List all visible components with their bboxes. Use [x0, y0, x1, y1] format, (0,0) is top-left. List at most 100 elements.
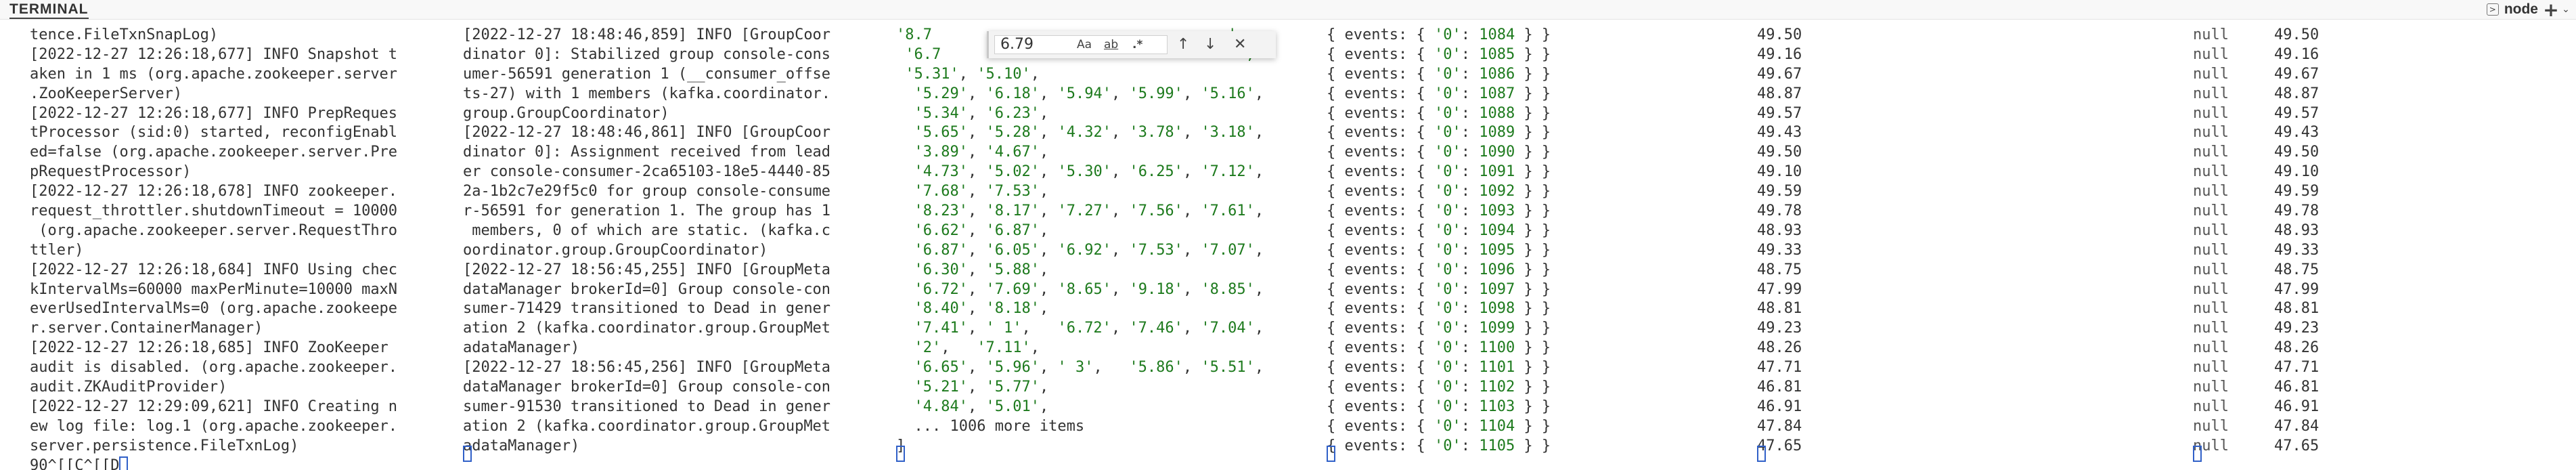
- terminal-line: audit is disabled. (org.apache.zookeeper…: [30, 359, 398, 377]
- event-suffix: } }: [1515, 104, 1551, 122]
- event-line: { events: { '0': 1096 } }: [1327, 261, 1733, 280]
- separator: :: [1461, 144, 1480, 161]
- plus-icon[interactable]: +: [2543, 0, 2558, 21]
- next-match-icon[interactable]: ↓: [1204, 35, 1216, 54]
- terminal-line: ... 1006 more items: [896, 417, 1289, 437]
- array-value: '4.73': [914, 163, 968, 181]
- terminal-pane-5[interactable]: 49.50 49.16 49.67 48.87 49.57 49.43 49.50 49.10…: [1757, 26, 2163, 470]
- terminal-text: ,: [1111, 320, 1130, 337]
- match-case-icon[interactable]: Aa: [1077, 37, 1092, 53]
- value: 49.10: [2274, 163, 2319, 181]
- terminal-line: '3.89', '4.67',: [896, 143, 1289, 163]
- terminal-pane-1[interactable]: tence.FileTxnSnapLog) [2022-12-27 12:26:1…: [30, 26, 422, 470]
- event-id: 1098: [1479, 300, 1515, 318]
- terminal-pane-4[interactable]: { events: { '0': 1084 } }{ events: { '0'…: [1327, 26, 1733, 470]
- terminal-text: ,: [1039, 359, 1058, 377]
- terminal-pane-2[interactable]: [2022-12-27 18:48:46,859] INFO [GroupCoo…: [463, 26, 856, 470]
- event-id: 1085: [1479, 45, 1515, 63]
- terminal-line: group.GroupCoordinator): [463, 104, 669, 122]
- value-line: 48.75: [1757, 261, 1802, 278]
- terminal-line: '7.41', ' 1', '6.72', '7.46', '7.04',: [896, 319, 1289, 339]
- terminal-text: ,: [967, 124, 986, 142]
- value: 48.87: [2274, 85, 2319, 102]
- terminal-text: ,: [1039, 183, 1049, 200]
- event-line: { events: { '0': 1090 } }: [1327, 143, 1733, 163]
- event-prefix: { events: {: [1327, 124, 1434, 142]
- array-value: '7.12': [1201, 163, 1255, 181]
- regex-icon[interactable]: .*: [1132, 37, 1142, 53]
- event-suffix: } }: [1515, 300, 1551, 318]
- terminal-line: ttler): [30, 241, 84, 259]
- value-line: 49.16: [1757, 45, 1802, 63]
- terminal-text: ,: [1111, 163, 1130, 181]
- value: 49.57: [2274, 104, 2319, 122]
- terminal-pane-3-cursor: [896, 446, 905, 462]
- terminal-line: server.persistence.FileTxnLog): [30, 437, 299, 454]
- event-suffix: } }: [1515, 398, 1551, 415]
- terminal-pane-5-cursor: [1757, 446, 1766, 462]
- terminal-text: ,: [1039, 379, 1049, 396]
- separator: :: [1461, 241, 1480, 259]
- terminal-text: ,: [1254, 359, 1264, 377]
- chevron-down-icon[interactable]: ⌄: [2558, 2, 2573, 17]
- event-prefix: { events: {: [1327, 417, 1434, 435]
- value-line: 49.33: [1757, 241, 1802, 259]
- value: 46.91: [2274, 398, 2319, 415]
- terminal-text: ,: [1021, 320, 1058, 337]
- whole-word-icon[interactable]: ab: [1104, 37, 1118, 53]
- terminal-line: aken in 1 ms (org.apache.zookeeper.serve…: [30, 65, 398, 83]
- shell-name[interactable]: node: [2504, 1, 2538, 18]
- event-prefix: { events: {: [1327, 320, 1434, 337]
- terminal-line: '6.72', '7.69', '8.65', '9.18', '8.85',: [896, 280, 1289, 300]
- terminal-line: '7.68', '7.53',: [896, 182, 1289, 202]
- event-prefix: { events: {: [1327, 300, 1434, 318]
- terminal-text: ,: [1182, 163, 1201, 181]
- event-line: { events: { '0': 1100 } }: [1327, 339, 1733, 358]
- previous-match-icon[interactable]: ↑: [1177, 35, 1189, 54]
- array-value: '9.18': [1129, 280, 1183, 298]
- terminal-text: ,: [967, 144, 986, 161]
- event-key: '0': [1434, 183, 1461, 200]
- value-line: null 49.59: [2193, 182, 2572, 202]
- value-line: null 47.84: [2193, 417, 2572, 437]
- event-suffix: } }: [1515, 65, 1551, 83]
- tab-terminal[interactable]: TERMINAL: [9, 1, 89, 19]
- terminal-line: oordinator.group.GroupCoordinator): [463, 241, 768, 259]
- terminal-line: 2a-1b2c7e29f5c0 for group console-consum…: [463, 183, 831, 200]
- array-value: '8.85': [1201, 280, 1255, 298]
- event-suffix: } }: [1515, 339, 1551, 357]
- value: 48.81: [2274, 300, 2319, 318]
- null-label: null: [2193, 320, 2229, 337]
- value-line: 48.87: [1757, 85, 1802, 102]
- terminal-text: ,: [958, 65, 977, 83]
- close-icon[interactable]: ✕: [1234, 35, 1246, 54]
- terminal-select-icon[interactable]: >: [2486, 3, 2499, 16]
- array-value: '7.68': [914, 183, 968, 200]
- terminal-text: ,: [1182, 202, 1201, 220]
- terminal-text: ,: [1039, 124, 1058, 142]
- array-value: '5.29': [914, 85, 968, 102]
- value-line: 49.10: [1757, 163, 1802, 181]
- null-label: null: [2193, 45, 2229, 63]
- terminal-text: ,: [1039, 280, 1058, 298]
- event-id: 1089: [1479, 124, 1515, 142]
- terminal-line: [2022-12-27 18:56:45,256] INFO [GroupMet…: [463, 359, 831, 377]
- terminal-text: ,: [1182, 241, 1201, 259]
- array-value: '5.02': [985, 163, 1040, 181]
- event-line: { events: { '0': 1087 } }: [1327, 85, 1733, 104]
- value-line: 49.50: [1757, 26, 1802, 43]
- terminal-line: tence.FileTxnSnapLog): [30, 26, 219, 43]
- array-value: '6.72': [914, 280, 968, 298]
- terminal-line: [2022-12-27 12:29:09,621] INFO Creating …: [30, 398, 398, 415]
- terminal-text: ,: [1111, 124, 1130, 142]
- value: 49.33: [2274, 241, 2319, 259]
- event-key: '0': [1434, 339, 1461, 357]
- terminal-pane-6[interactable]: null 49.50 null 49.16 null 49.67 null 48.87 null…: [2193, 26, 2572, 470]
- event-prefix: { events: {: [1327, 202, 1434, 220]
- array-value: '6.18': [985, 85, 1040, 102]
- terminal-pane-3[interactable]: '8.7 ', '6.7 ', '5.31', '5.10', '5.29', …: [896, 26, 1289, 470]
- value: 49.50: [2274, 26, 2319, 43]
- value-line: 46.81: [1757, 379, 1802, 396]
